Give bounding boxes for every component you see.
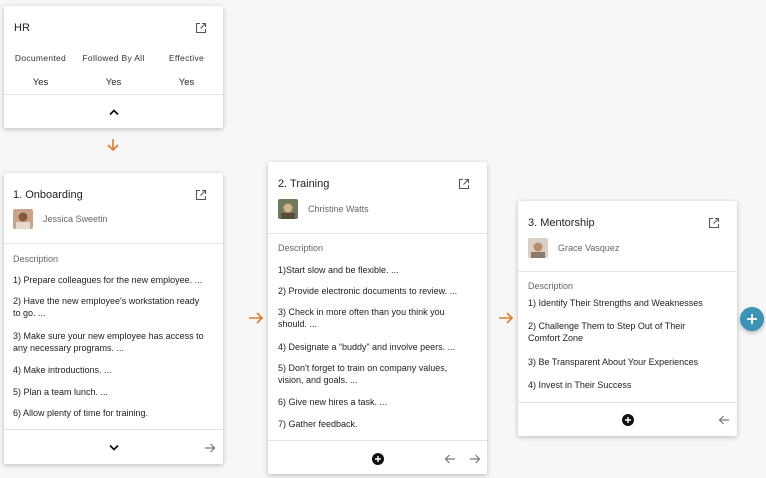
avatar	[278, 199, 298, 219]
plus-icon	[747, 314, 757, 324]
divider	[518, 402, 737, 403]
description-label: Description	[13, 254, 59, 264]
list-item: 3) Make sure your new employee has acces…	[13, 331, 204, 353]
assignee: Jessica Sweetin	[13, 209, 108, 229]
step-card-training: 2. Training Christine Watts Description …	[268, 162, 487, 474]
add-circle-icon[interactable]	[622, 414, 634, 426]
step-title: 3. Mentorship	[528, 217, 595, 229]
divider	[268, 440, 487, 441]
divider	[4, 243, 223, 244]
hr-card: HR Documented Yes Followed By All Yes Ef…	[4, 6, 223, 128]
divider	[518, 271, 737, 272]
avatar	[13, 209, 33, 229]
attribute-value: Yes	[32, 77, 49, 88]
step-card-onboarding: 1. Onboarding Jessica Sweetin Descriptio…	[4, 173, 223, 464]
assignee: Christine Watts	[278, 199, 369, 219]
hr-attributes: Documented Yes Followed By All Yes Effec…	[4, 53, 223, 88]
assignee: Grace Vasquez	[528, 238, 619, 258]
chevron-down-icon[interactable]	[108, 443, 120, 453]
arrow-right-icon	[248, 311, 264, 325]
list-item: 2) Have the new employee's workstation r…	[13, 296, 200, 318]
list-item: 3) Be Transparent About Your Experiences	[528, 357, 699, 367]
attribute-value: Yes	[178, 77, 195, 88]
assignee-name: Christine Watts	[308, 204, 369, 214]
arrow-right-icon	[498, 311, 514, 325]
avatar	[528, 238, 548, 258]
list-item: 2) Provide electronic documents to revie…	[278, 286, 458, 296]
list-item: 5) Plan a team lunch. ...	[13, 387, 109, 397]
divider	[4, 429, 223, 430]
arrow-left-icon[interactable]	[718, 414, 730, 426]
list-item: 1)Start slow and be flexible. ...	[278, 265, 399, 275]
list-item: 6) Allow plenty of time for training.	[13, 408, 149, 418]
step-card-mentorship: 3. Mentorship Grace Vasquez Description …	[518, 201, 737, 436]
arrow-right-icon[interactable]	[469, 453, 481, 465]
divider	[268, 233, 487, 234]
attribute-label: Effective	[168, 53, 205, 63]
add-step-button[interactable]	[740, 307, 764, 331]
list-item: 7) Gather feedback.	[278, 419, 358, 429]
assignee-name: Jessica Sweetin	[43, 214, 108, 224]
arrow-left-icon[interactable]	[444, 453, 456, 465]
arrow-down-icon	[106, 138, 120, 152]
list-item: 4) Designate a “buddy” and involve peers…	[278, 342, 456, 352]
external-link-icon[interactable]	[195, 189, 207, 201]
list-item: 1) Prepare colleagues for the new employ…	[13, 275, 203, 285]
list-item: 5) Don't forget to train on company valu…	[278, 363, 448, 385]
step-title: 1. Onboarding	[13, 189, 83, 201]
description-label: Description	[528, 281, 574, 291]
list-item: 3) Check in more often than you think yo…	[278, 307, 445, 329]
list-item: 1) Identify Their Strengths and Weakness…	[528, 298, 703, 308]
hr-title: HR	[14, 22, 30, 34]
attribute-label: Documented	[14, 53, 67, 63]
hr-attribute-documented: Documented Yes	[4, 53, 77, 88]
external-link-icon[interactable]	[708, 217, 720, 229]
assignee-name: Grace Vasquez	[558, 243, 620, 253]
chevron-up-icon[interactable]	[108, 107, 120, 117]
list-item: 4) Make introductions. ...	[13, 365, 112, 375]
hr-attribute-effective: Effective Yes	[150, 53, 223, 88]
attribute-value: Yes	[105, 77, 122, 88]
divider	[4, 94, 223, 95]
description-label: Description	[278, 243, 324, 253]
list-item: 2) Challenge Them to Step Out of Their C…	[528, 321, 686, 343]
list-item: 6) Give new hires a task. ...	[278, 397, 388, 407]
attribute-label: Followed By All	[82, 53, 145, 63]
arrow-right-icon[interactable]	[204, 442, 216, 454]
external-link-icon[interactable]	[195, 22, 207, 34]
add-circle-icon[interactable]	[372, 453, 384, 465]
hr-attribute-followed: Followed By All Yes	[77, 53, 150, 88]
step-title: 2. Training	[278, 178, 330, 190]
external-link-icon[interactable]	[458, 178, 470, 190]
list-item: 4) Invest in Their Success	[528, 380, 632, 390]
